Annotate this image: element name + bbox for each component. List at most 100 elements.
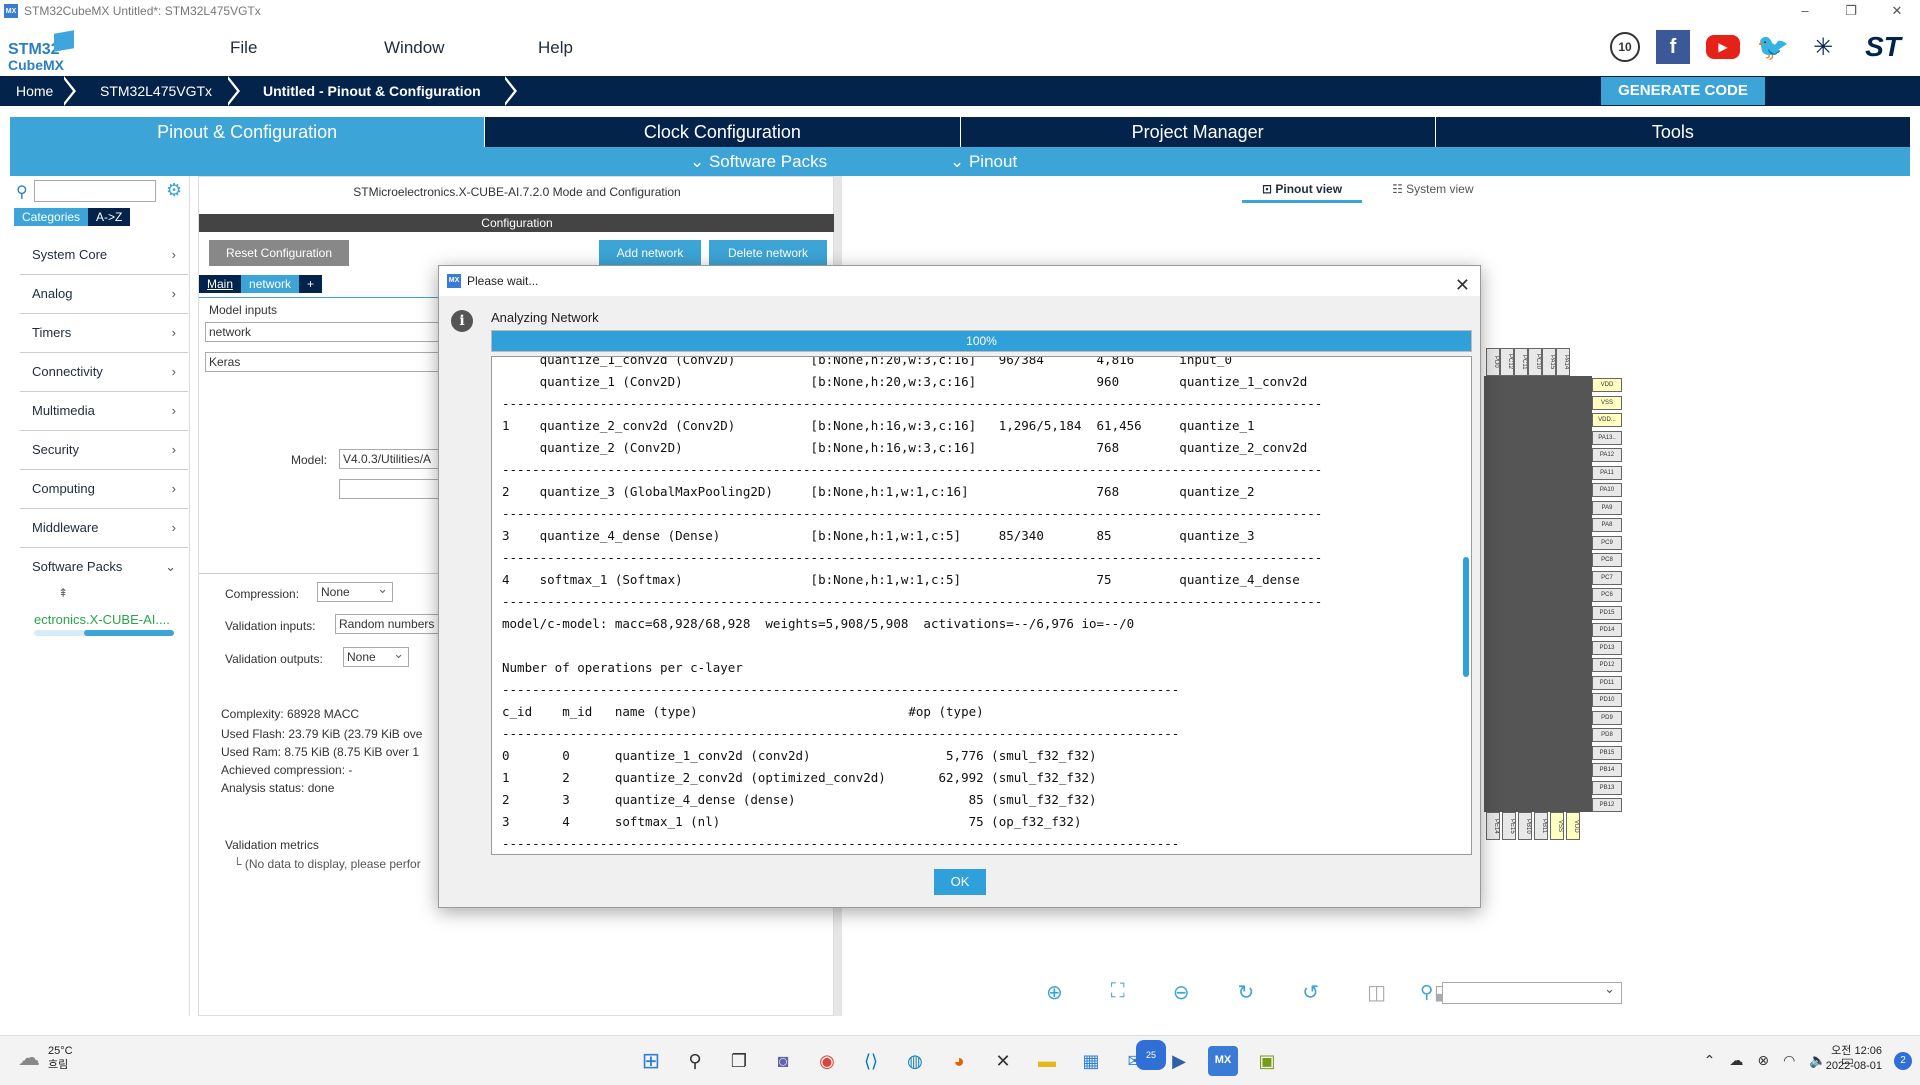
validation-inputs-select[interactable]: Random numbers [335,614,445,634]
report-scrollbar[interactable] [1463,557,1469,677]
pin[interactable]: PB13 [1592,780,1622,795]
crumb-device[interactable]: STM32L475VGTx [100,76,212,106]
pin[interactable]: VDD [1566,812,1580,840]
pin[interactable]: PC10 [1528,348,1542,376]
model-path-field[interactable]: V4.0.3/Utilities/A [339,449,449,469]
tab-clock-configuration[interactable]: Clock Configuration [485,117,961,147]
twitter-icon[interactable]: 🐦 [1756,30,1790,64]
pin[interactable]: PA14 [1556,348,1570,376]
windows-start-icon[interactable]: ⊞ [636,1046,666,1076]
framework-select[interactable]: Keras [205,352,445,372]
crumb-current[interactable]: Untitled - Pinout & Configuration [263,76,481,106]
software-pack-item[interactable]: ectronics.X-CUBE-AI.... [34,612,170,627]
tab-main[interactable]: Main [199,275,242,293]
powershell-icon[interactable]: ▶ [1164,1046,1194,1076]
zoom-out-icon[interactable]: ⊖ [1173,980,1190,1005]
crumb-home[interactable]: Home [16,76,53,106]
pin[interactable]: PA11 [1592,465,1622,480]
tab-tools[interactable]: Tools [1435,117,1910,147]
pin[interactable]: PD10 [1592,693,1622,707]
firefox-icon[interactable]: ◕ [944,1046,974,1076]
mail-icon[interactable]: ✉ 25 [1120,1040,1166,1076]
pin[interactable]: PD12 [1592,658,1622,672]
analysis-report[interactable]: quantize_1_conv2d (Conv2D) [b:None,h:20,… [491,356,1472,855]
search-icon[interactable]: ⚲ [16,182,28,202]
vscode-icon[interactable]: ⟨⟩ [856,1046,886,1076]
zoom-in-icon[interactable]: ⊕ [1046,980,1063,1005]
chrome-icon[interactable]: ◉ [812,1046,842,1076]
ok-button[interactable]: OK [934,869,986,895]
network-name-field[interactable]: network [205,322,445,342]
stm32cubemx-taskbar-icon[interactable]: MX [1208,1046,1238,1076]
category-analog[interactable]: Analog › [20,275,188,314]
validation-outputs-select[interactable]: None [343,645,409,667]
menu-file[interactable]: File [230,38,384,58]
tab-network[interactable]: network [241,275,300,293]
category-computing[interactable]: Computing › [20,470,188,509]
minimize-button[interactable]: – [1782,0,1828,22]
generate-code-button[interactable]: GENERATE CODE [1601,77,1765,105]
volume-icon[interactable]: 🔈 [1809,1052,1826,1069]
pin[interactable]: PC7 [1592,570,1622,585]
pin[interactable]: PD9 [1592,710,1622,725]
notification-badge[interactable]: 2 [1894,1052,1912,1070]
maximize-button[interactable]: ❐ [1828,0,1874,22]
pin[interactable]: PB12 [1592,798,1622,812]
tab-a-z[interactable]: A->Z [88,208,131,226]
tab-pinout-configuration[interactable]: Pinout & Configuration [10,117,486,147]
pin-search-select[interactable] [1442,981,1622,1004]
vpn-icon[interactable]: ⊗ [1757,1052,1769,1069]
store-icon[interactable]: ▦ [1076,1046,1106,1076]
menu-help[interactable]: Help [538,38,692,58]
delete-network-button[interactable]: Delete network [709,240,827,266]
pin[interactable]: VSS [1550,812,1564,840]
rotate-right-icon[interactable]: ↻ [1238,980,1255,1005]
pack-scrollbar[interactable] [34,630,174,636]
fit-to-screen-icon[interactable]: ⛶ [1111,980,1125,1005]
pin[interactable]: PC9 [1592,535,1622,550]
pin[interactable]: PE14 [1486,812,1500,840]
model-extra-field[interactable] [339,479,449,499]
rotate-left-icon[interactable]: ↺ [1302,980,1319,1005]
flip-vertical-icon[interactable]: ◫ [1367,980,1386,1005]
pin[interactable]: PC11 [1514,348,1528,376]
close-icon[interactable]: ✕ [1455,270,1470,300]
network-icon[interactable]: ✳ [1806,30,1840,64]
pin[interactable]: PB11 [1534,812,1548,840]
pin[interactable]: PE15 [1502,812,1516,840]
st-logo-icon[interactable]: ST [1856,30,1910,64]
pin[interactable]: PD11 [1592,675,1622,690]
weather-widget[interactable]: ☁ 25°C 흐림 [18,1044,73,1072]
pin[interactable]: PD13 [1592,640,1622,655]
tab-categories[interactable]: Categories [14,208,89,226]
tab-pinout-view[interactable]: ⊡ Pinout view [1242,182,1363,203]
category-connectivity[interactable]: Connectivity › [20,353,188,392]
pin[interactable]: PA10 [1592,483,1622,497]
search-icon[interactable]: ⚲ [680,1046,710,1076]
clock[interactable]: 오전 12:06 2022-08-01 [1826,1044,1882,1074]
onedrive-icon[interactable]: ☁ [1729,1052,1743,1069]
compression-select[interactable]: None [317,580,393,602]
category-system-core[interactable]: System Core › [20,236,188,275]
tab-add[interactable]: + [299,275,323,293]
category-security[interactable]: Security › [20,431,188,470]
reset-configuration-button[interactable]: Reset Configuration [209,240,349,266]
youtube-icon[interactable]: ▶ [1706,35,1740,59]
pin[interactable]: PB14 [1592,763,1622,777]
pin-search-icon[interactable]: ⚲ [1420,982,1433,1003]
category-software-packs[interactable]: Software Packs ⌄ [20,548,188,587]
file-explorer-icon[interactable]: ▬ [1032,1046,1062,1076]
tab-system-view[interactable]: ☷ System view [1392,182,1473,203]
close-button[interactable]: ✕ [1874,0,1920,22]
search-input[interactable] [34,180,156,202]
teams-chat-icon[interactable]: ◙ [768,1046,798,1076]
pin[interactable]: PD14 [1592,623,1622,637]
pin[interactable]: PA12 [1592,448,1622,462]
app-icon[interactable]: ▣ [1252,1046,1282,1076]
tools-icon[interactable]: ✕ [988,1046,1018,1076]
pin[interactable]: PB15 [1592,745,1622,760]
menu-window[interactable]: Window [384,38,538,58]
pin[interactable]: PB10 [1518,812,1532,840]
pin[interactable]: PA8 [1592,518,1622,532]
pin[interactable]: PA9 [1592,500,1622,515]
